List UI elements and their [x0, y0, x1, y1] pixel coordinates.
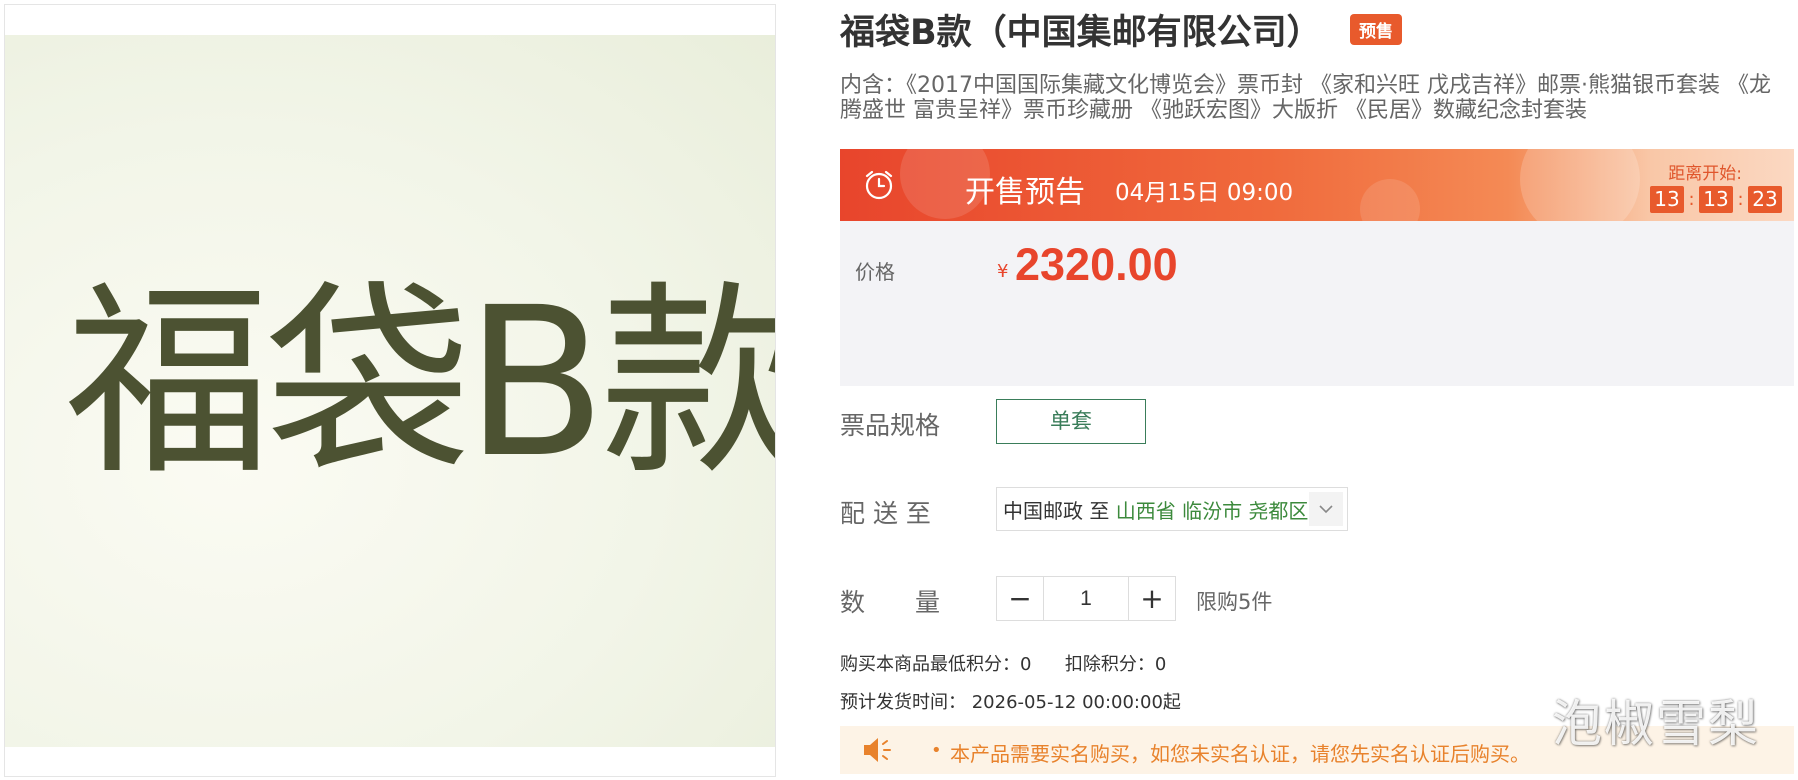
notice-bullet: •	[931, 740, 942, 761]
price-label: 价格	[855, 260, 895, 284]
delivery-carrier: 中国邮政	[1003, 498, 1083, 523]
quantity-input[interactable]	[1043, 577, 1129, 620]
banner-title: 开售预告	[965, 175, 1085, 210]
spec-label: 票品规格	[840, 411, 941, 440]
product-detail-page: 福袋B款 福袋B款（中国集邮有限公司） 预售 内含：《2017中国国际集藏文化博…	[0, 0, 1798, 780]
banner-sale-time: 04月15日 09:00	[1115, 180, 1294, 206]
delivery-region: 山西省 临汾市 尧都区	[1115, 498, 1309, 523]
shipping-label: 预计发货时间：	[840, 692, 966, 713]
price-currency: ¥	[997, 261, 1009, 282]
product-description: 内含：《2017中国国际集藏文化博览会》票币封 《家和兴旺 戊戌吉祥》邮票·熊猫…	[840, 73, 1771, 123]
speaker-icon	[864, 738, 891, 762]
countdown-hours: 13	[1650, 186, 1684, 213]
deduct-points-value: 0	[1154, 654, 1167, 675]
product-image-text: 福袋B款	[65, 263, 775, 503]
delivery-address-select[interactable]: 中国邮政 至 山西省 临汾市 尧都区	[996, 487, 1348, 531]
spec-option-button[interactable]: 单套	[996, 399, 1146, 444]
min-points-label: 购买本商品最低积分：	[840, 654, 1020, 675]
countdown-separator: :	[1688, 189, 1695, 210]
presale-badge: 预售	[1350, 14, 1402, 45]
quantity-stepper: − +	[996, 576, 1176, 621]
points-info: 购买本商品最低积分：0 扣除积分：0	[840, 650, 1166, 676]
alarm-clock-icon	[865, 170, 893, 200]
chevron-down-icon[interactable]	[1309, 492, 1343, 526]
price-value: 2320.00	[1015, 239, 1178, 290]
price-panel: 价格 ¥ 2320.00	[840, 221, 1794, 386]
watermark: 泡椒雪梨	[1552, 695, 1760, 753]
quantity-decrease-button[interactable]: −	[997, 577, 1043, 620]
product-title: 福袋B款（中国集邮有限公司）	[840, 13, 1322, 53]
min-points-value: 0	[1020, 654, 1032, 675]
shipping-date: 2026-05-12 00:00:00起	[971, 692, 1181, 713]
shipping-info: 预计发货时间： 2026-05-12 00:00:00起	[840, 688, 1181, 714]
countdown-timer: 13 : 13 : 23	[1650, 186, 1782, 213]
product-image-canvas: 福袋B款	[5, 35, 775, 747]
product-image[interactable]: 福袋B款	[4, 4, 776, 777]
delivery-to: 至	[1089, 498, 1110, 523]
countdown-label: 距离开始:	[1668, 164, 1742, 184]
purchase-limit: 限购5件	[1196, 590, 1273, 614]
presale-banner: 开售预告 04月15日 09:00 距离开始: 13 : 13 : 23	[840, 149, 1794, 221]
notice-text: 本产品需要实名购买，如您未实名认证，请您先实名认证后购买。	[950, 742, 1530, 766]
deduct-points-label: 扣除积分：	[1064, 654, 1155, 675]
countdown-separator: :	[1737, 189, 1744, 210]
banner-decoration	[1360, 179, 1420, 221]
banner-decoration	[1520, 149, 1640, 221]
quantity-label: 数 量	[840, 588, 941, 617]
quantity-increase-button[interactable]: +	[1129, 577, 1175, 620]
countdown-seconds: 23	[1748, 186, 1782, 213]
delivery-address-text: 中国邮政 至 山西省 临汾市 尧都区	[997, 495, 1309, 524]
delivery-label: 配 送 至	[840, 499, 931, 528]
countdown-minutes: 13	[1699, 186, 1733, 213]
